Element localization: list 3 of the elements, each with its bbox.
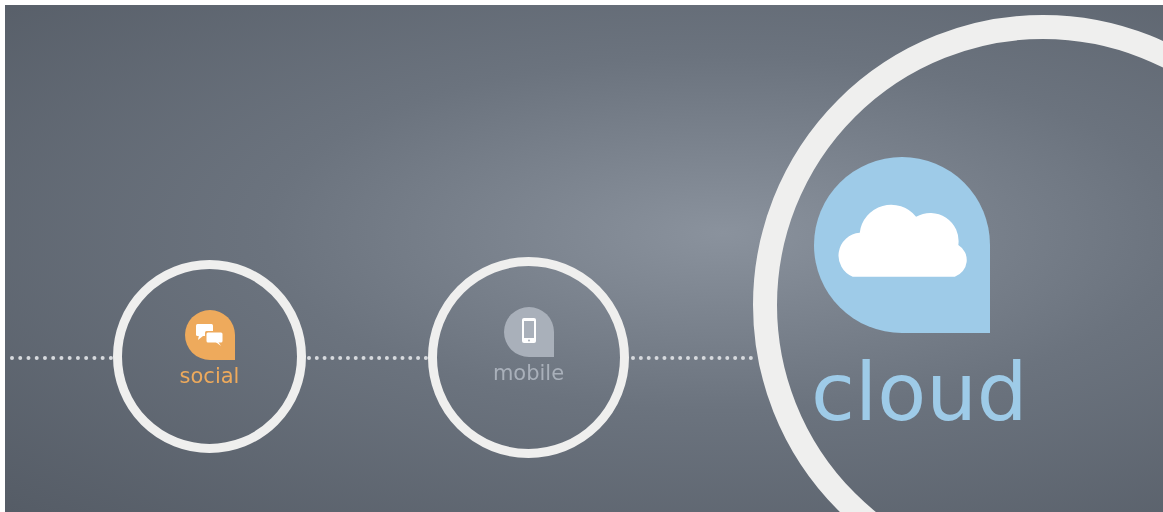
node-label: cloud (811, 353, 1028, 433)
node-label: social (179, 366, 240, 387)
node-label: mobile (492, 363, 565, 384)
